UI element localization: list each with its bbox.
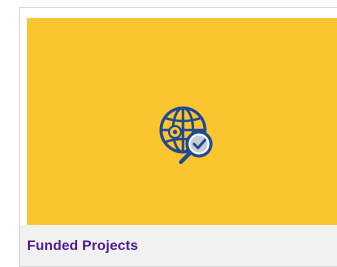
globe-magnifier-checkmark-icon xyxy=(159,106,213,164)
card-banner-image[interactable] xyxy=(27,18,337,226)
card-title-link[interactable]: Funded Projects xyxy=(27,237,138,253)
funded-projects-card[interactable]: Funded Projects xyxy=(19,7,337,267)
card-footer: Funded Projects xyxy=(20,225,337,266)
